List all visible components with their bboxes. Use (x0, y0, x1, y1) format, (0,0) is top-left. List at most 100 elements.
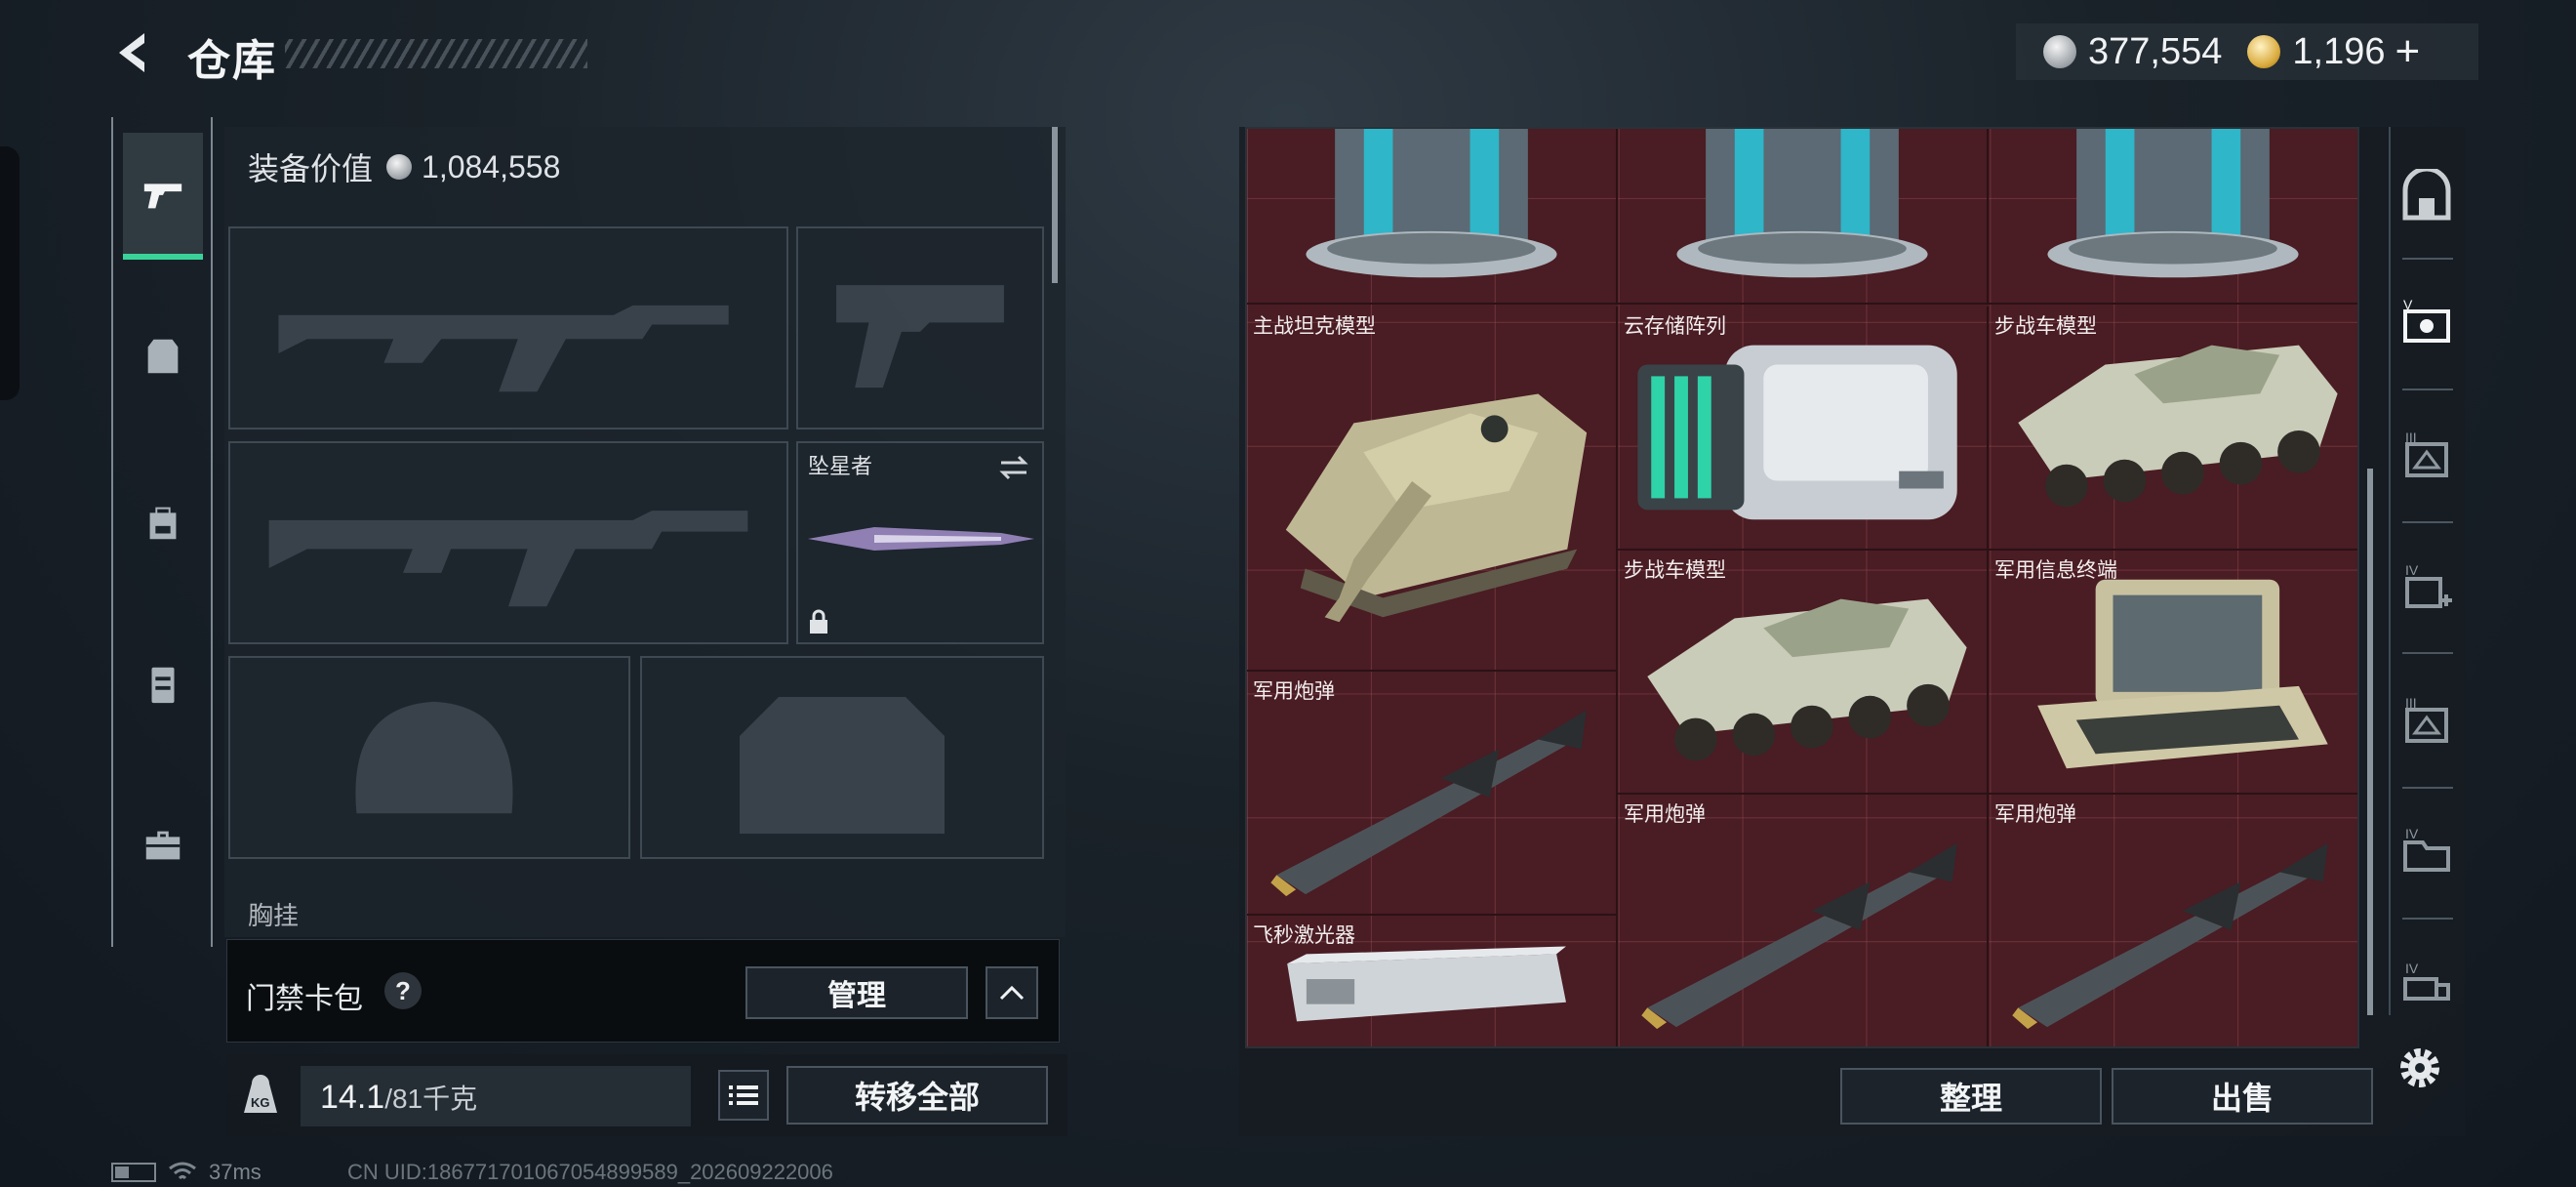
grid-item[interactable] (1247, 129, 1618, 305)
grid-item[interactable]: 主战坦克模型 (1247, 307, 1618, 672)
sell-button[interactable]: 出售 (2112, 1068, 2373, 1125)
transfer-all-button[interactable]: 转移全部 (786, 1066, 1048, 1125)
grid-item[interactable]: 步战车模型 (1618, 551, 1989, 795)
battery-icon (111, 1163, 156, 1182)
grid-item[interactable]: 步战车模型 (1989, 307, 2357, 551)
artillery-shell-icon (1270, 710, 1587, 897)
item-label: 主战坦克模型 (1253, 315, 1376, 338)
page-title: 仓库 (187, 37, 277, 85)
folder-storage-icon: IV (2403, 826, 2450, 872)
tab-toolbox[interactable] (123, 781, 203, 908)
grid-item[interactable]: 军用炮弹 (1618, 795, 1989, 1046)
add-currency-button[interactable]: + (2395, 27, 2420, 76)
tab-storage-5[interactable]: IV (2393, 949, 2461, 1017)
ifv-model-icon (2018, 345, 2338, 508)
grid-item[interactable] (1618, 129, 1989, 305)
lock-icon (810, 609, 827, 634)
tab-backpack[interactable] (123, 459, 203, 586)
tab-storage-add[interactable]: IV (2393, 554, 2461, 623)
current-weight: 14.1 (320, 1079, 385, 1116)
grid-item[interactable] (1989, 129, 2357, 305)
artillery-shell-icon (2012, 842, 2328, 1030)
list-view-button[interactable] (718, 1070, 769, 1121)
tab-storage-2[interactable]: III (2393, 422, 2461, 490)
grid-item[interactable]: 云存储阵列 (1618, 307, 1989, 551)
svg-text:IV: IV (2405, 961, 2419, 976)
grid-item[interactable]: 军用炮弹 (1247, 672, 1618, 916)
tab-case[interactable] (123, 621, 203, 748)
grid-item[interactable]: 军用信息终端 (1989, 551, 2357, 795)
chevron-up-icon (999, 985, 1025, 1001)
tab-storage-3[interactable]: III (2393, 687, 2461, 756)
secondary-weapon-slot[interactable] (228, 441, 788, 644)
svg-text:KG: KG (251, 1095, 270, 1110)
item-label: 军用炮弹 (1994, 803, 2076, 826)
equipment-value-row: 装备价值 1,084,558 (248, 144, 560, 189)
sort-button[interactable]: 整理 (1840, 1068, 2102, 1125)
manage-button[interactable]: 管理 (745, 966, 968, 1019)
storage-array-icon (1637, 345, 1957, 520)
tab-storage-home[interactable] (2393, 162, 2461, 230)
help-icon[interactable]: ? (384, 972, 422, 1009)
tab-armor[interactable] (123, 293, 203, 420)
equipment-value-label: 装备价值 (248, 151, 374, 186)
gold-coin-icon (2247, 35, 2281, 68)
item-label: 飞秒激光器 (1253, 924, 1355, 947)
silver-coin-icon (386, 154, 413, 180)
armor-slot[interactable] (640, 656, 1044, 859)
primary-weapon-slot[interactable] (228, 226, 788, 430)
melee-slot[interactable]: 坠星者 (796, 441, 1044, 644)
tab-divider (2402, 389, 2453, 390)
item-label: 军用炮弹 (1624, 803, 1706, 826)
pistol-silhouette-icon (836, 285, 1004, 389)
grid-item[interactable]: 飞秒激光器 (1247, 916, 1618, 1046)
category-tabs (111, 117, 213, 947)
item-label: 军用信息终端 (1994, 559, 2117, 582)
weight-kg-icon: KG (238, 1072, 283, 1117)
access-card-pack-label: 门禁卡包 (246, 983, 363, 1015)
server-rack-icon (1676, 129, 1928, 278)
equipment-scrollbar[interactable] (1052, 127, 1058, 283)
swap-icon[interactable] (997, 453, 1030, 482)
tab-storage-4[interactable]: IV (2393, 818, 2461, 886)
tank-model-icon (1285, 393, 1588, 623)
tab-divider (2402, 652, 2453, 654)
grid-scrollbar[interactable] (2367, 469, 2373, 1015)
settings-gear-icon[interactable] (2393, 1041, 2447, 1095)
helmet-slot[interactable] (228, 656, 630, 859)
title-decoration (285, 39, 587, 68)
vault-icon (2402, 169, 2451, 221)
chest-rig-label: 胸挂 (248, 901, 300, 930)
svg-text:IV: IV (2405, 562, 2419, 578)
server-rack-icon (2047, 129, 2299, 278)
item-label: 步战车模型 (1994, 315, 2097, 338)
tab-weapons[interactable] (123, 133, 203, 260)
storage-box-icon: III (2405, 430, 2448, 477)
helmet-silhouette-icon (355, 701, 513, 814)
gold-currency-value: 1,196 (2292, 30, 2386, 72)
add-storage-icon: IV (2405, 562, 2452, 608)
equipment-value: 1,084,558 (422, 148, 561, 184)
pistol-slot[interactable] (796, 226, 1044, 430)
max-weight: /81千克 (384, 1084, 478, 1114)
ping-text: 37ms (209, 1160, 262, 1184)
back-arrow-icon[interactable] (109, 27, 160, 78)
tab-divider (2402, 918, 2453, 920)
vest-icon (147, 339, 179, 374)
tab-divider (2402, 521, 2453, 523)
wifi-icon (169, 1162, 196, 1180)
grid-item[interactable]: 军用炮弹 (1989, 795, 2357, 1046)
left-edge-handle (0, 146, 20, 400)
svg-text:V: V (2403, 297, 2413, 312)
tab-storage-1[interactable]: V (2393, 289, 2461, 357)
collapse-button[interactable] (986, 966, 1038, 1019)
list-icon (729, 1085, 758, 1105)
rifle-silhouette-icon (278, 305, 729, 392)
info-terminal-icon (2037, 579, 2328, 769)
storage-box-icon: III (2405, 695, 2448, 743)
rifle-silhouette-icon (268, 511, 748, 607)
uid-text: CN UID:18677170106705489958​9_2026092220… (347, 1160, 833, 1184)
silver-coin-icon (2043, 35, 2076, 68)
server-rack-icon (1306, 129, 1557, 278)
svg-text:III: III (2405, 430, 2417, 445)
